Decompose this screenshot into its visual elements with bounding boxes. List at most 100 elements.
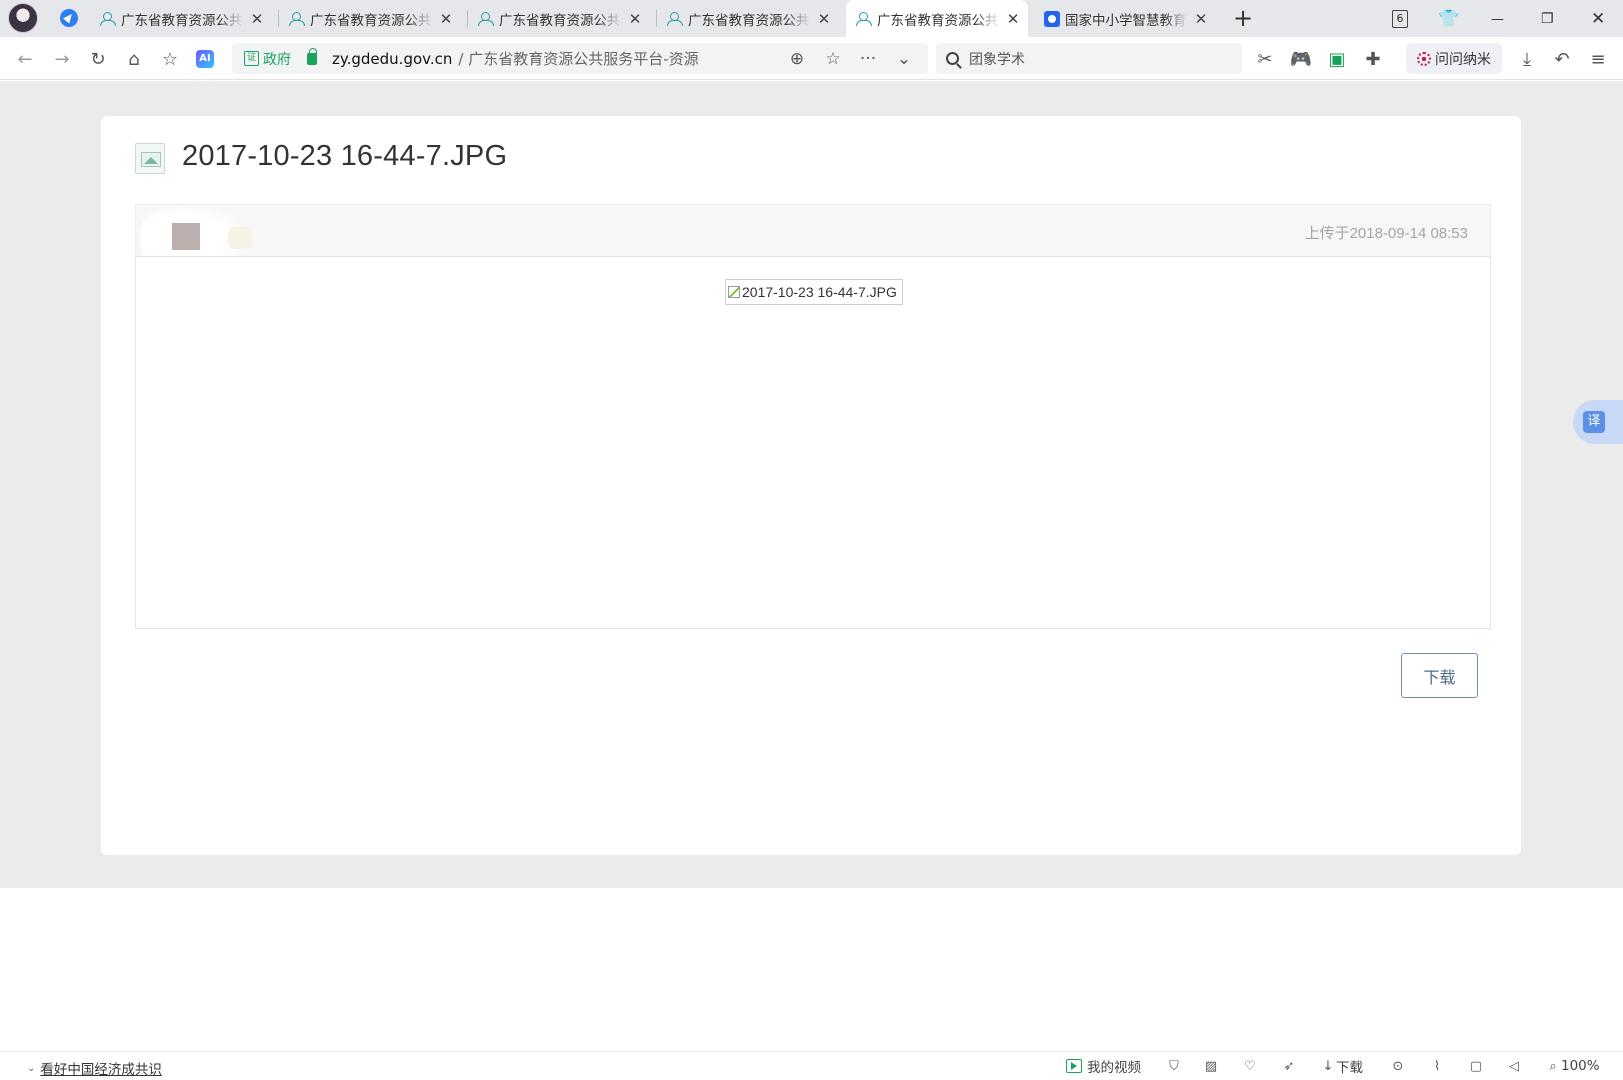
extensions-button[interactable]: ✚ (1361, 47, 1385, 71)
new-tab-button[interactable]: + (1233, 5, 1253, 31)
close-tab-icon[interactable]: ✕ (439, 10, 453, 28)
tab-3[interactable]: 广东省教育资源公共服务平台 ✕ (467, 0, 650, 37)
blurred-avatar-block (172, 223, 200, 250)
close-tab-icon[interactable]: ✕ (1006, 10, 1020, 28)
tab-label: 广东省教育资源公共服务平台 (310, 12, 433, 29)
wenwen-nami-button[interactable]: 问问纳米 (1406, 43, 1502, 74)
lightbulb-icon: ⊕ (789, 49, 805, 69)
clean-button[interactable]: ⌇ (1429, 1057, 1445, 1075)
reload-icon: ↻ (90, 48, 106, 70)
favorites-button[interactable]: ☆ (158, 47, 182, 71)
tab-4[interactable]: 广东省教育资源公共服务平台 ✕ (656, 0, 839, 37)
search-value: 团象学术 (969, 51, 1025, 68)
undo-close-button[interactable]: ↶ (1550, 47, 1574, 71)
chevron-down-icon: ⌄ (27, 1062, 36, 1074)
heart-pulse-icon: ♡ (1244, 1058, 1256, 1074)
tab-2[interactable]: 广东省教育资源公共服务平台 ✕ (278, 0, 461, 37)
ai-button[interactable]: AI (193, 47, 217, 71)
star-icon: ☆ (825, 49, 841, 69)
address-bar[interactable]: 证 政府 zy.gdedu.gov.cn / 广东省教育资源公共服务平台-资源 … (232, 43, 928, 74)
lock-icon (307, 47, 317, 65)
close-window-button[interactable]: ✕ (1591, 8, 1605, 30)
my-video-button[interactable]: 我的视频 (1066, 1057, 1141, 1076)
home-button[interactable]: ⌂ (122, 47, 146, 71)
game-button[interactable]: 🎮 (1289, 47, 1313, 71)
magnifier-icon: ⌕ (1549, 1058, 1557, 1074)
telegram-icon (60, 9, 78, 27)
more-button[interactable]: ··· (856, 47, 880, 71)
page-viewport: 2017-10-23 16-44-7.JPG 上传于2018-09-14 08:… (0, 81, 1623, 888)
lightbulb-button[interactable]: ⊕ (785, 47, 809, 71)
close-tab-icon[interactable]: ✕ (817, 10, 831, 28)
screenshot-button[interactable]: ✂ (1253, 47, 1277, 71)
video-play-icon (1066, 1059, 1082, 1073)
menu-button[interactable]: ≡ (1586, 47, 1610, 71)
minimize-button[interactable]: — (1491, 8, 1504, 30)
close-tab-icon[interactable]: ✕ (250, 10, 264, 28)
hamburger-icon: ≡ (1590, 48, 1606, 70)
health-button[interactable]: ♡ (1242, 1057, 1258, 1075)
scissors-icon: ✂ (1257, 48, 1273, 70)
tab-separator (656, 10, 657, 27)
translate-button[interactable]: 译 (1573, 400, 1623, 444)
search-box[interactable]: 团象学术 (936, 43, 1242, 74)
download-button[interactable]: 下载 (1401, 653, 1478, 698)
tab-label: 广东省教育资源公共服务平台 (499, 12, 622, 29)
restore-button[interactable]: ❐ (1541, 8, 1554, 30)
speaker-icon: ◁ (1509, 1058, 1519, 1074)
tab-separator (278, 10, 279, 27)
close-tab-icon[interactable]: ✕ (1194, 10, 1208, 28)
meta-bar: 上传于2018-09-14 08:53 (135, 204, 1491, 271)
back-button[interactable]: ← (13, 47, 37, 71)
ad-block-button[interactable]: ⊙ (1390, 1057, 1406, 1075)
undo-icon: ↶ (1554, 48, 1570, 70)
zoom-control[interactable]: ⌕ 100% (1545, 1057, 1600, 1075)
people-icon (667, 11, 683, 26)
picture-icon: ▨ (1204, 1058, 1218, 1074)
people-icon (856, 11, 872, 26)
mute-button[interactable]: ◁ (1506, 1057, 1522, 1075)
image-tool-button[interactable]: ▨ (1203, 1057, 1219, 1075)
tab-6[interactable]: 国家中小学智慧教育平台 ✕ (1034, 0, 1216, 37)
profile-avatar[interactable] (8, 3, 38, 33)
people-icon (289, 11, 305, 26)
blue-app-icon (1044, 10, 1060, 27)
speedup-button[interactable]: ➶ (1281, 1057, 1297, 1075)
image-alt-text: 2017-10-23 16-44-7.JPG (742, 284, 897, 300)
status-bar: ⌄ 看好中国经济成共识 我的视频 ⛉ ▨ ♡ ➶ ↓ 下载 ⊙ ⌇ ▢ ◁ ⌕ … (0, 1051, 1623, 1080)
zoom-level: 100% (1561, 1058, 1600, 1074)
tab-1[interactable]: 广东省教育资源公共服务平台 ✕ (90, 0, 272, 37)
image-file-icon (135, 143, 165, 174)
arrow-left-icon: ← (17, 48, 33, 70)
bookmark-star-button[interactable]: ☆ (821, 47, 845, 71)
translate-icon: 译 (1583, 411, 1605, 433)
window-button[interactable]: ▢ (1468, 1057, 1484, 1075)
reload-button[interactable]: ↻ (86, 47, 110, 71)
ai-icon: AI (196, 50, 214, 68)
tab-separator (467, 10, 468, 27)
close-tab-icon[interactable]: ✕ (628, 10, 642, 28)
tab-count-icon: 6 (1392, 10, 1408, 28)
status-download-button[interactable]: ↓ 下载 (1320, 1057, 1363, 1077)
home-icon: ⌂ (128, 48, 140, 70)
download-arrow-icon: ↓ (1322, 1058, 1334, 1074)
skin-button[interactable]: 👕 (1438, 8, 1459, 30)
certificate-icon: 证 (244, 51, 259, 66)
rocket-icon: ➶ (1283, 1058, 1295, 1074)
dropdown-button[interactable]: ⌄ (892, 47, 916, 71)
pinned-tab[interactable] (58, 7, 80, 29)
wenwen-label: 问问纳米 (1435, 51, 1491, 68)
downloads-button[interactable]: ⤓ (1515, 47, 1539, 71)
reader-button[interactable]: ▣ (1325, 47, 1349, 71)
forward-button[interactable]: → (50, 47, 74, 71)
download-icon: ⤓ (1523, 48, 1531, 70)
tab-count-button[interactable]: 6 (1392, 8, 1408, 30)
security-button[interactable]: ⛉ (1166, 1057, 1182, 1075)
gov-badge: 证 政府 (244, 49, 291, 69)
people-icon (100, 11, 116, 26)
tab-5-active[interactable]: 广东省教育资源公共服务平台 ✕ (846, 0, 1028, 37)
people-icon (478, 11, 494, 26)
gamepad-icon: 🎮 (1289, 48, 1313, 70)
news-ticker[interactable]: ⌄ 看好中国经济成共识 (27, 1058, 162, 1078)
my-video-label: 我的视频 (1087, 1060, 1141, 1076)
